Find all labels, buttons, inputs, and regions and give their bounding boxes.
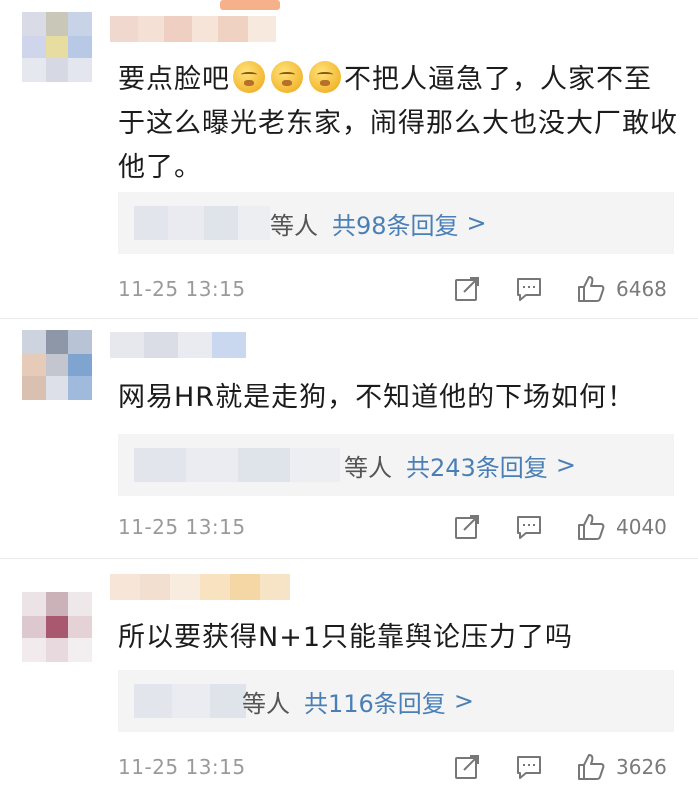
- reply-preview[interactable]: 等人 共243条回复 >: [118, 434, 674, 496]
- like-count: 6468: [616, 277, 667, 301]
- reply-suffix: 等人: [344, 453, 392, 482]
- timestamp: 11-25 13:15: [118, 515, 246, 539]
- divider: [0, 558, 698, 559]
- reply-preview[interactable]: 等人 共98条回复 >: [118, 192, 674, 254]
- reply-preview[interactable]: 等人 共116条回复 >: [118, 670, 674, 732]
- divider: [0, 318, 698, 319]
- shushing-face-icon: [271, 61, 303, 93]
- share-icon[interactable]: [452, 752, 482, 782]
- timestamp: 11-25 13:15: [118, 755, 246, 779]
- username-blurred[interactable]: [110, 16, 290, 42]
- avatar[interactable]: [22, 12, 92, 82]
- comment-icon[interactable]: [514, 274, 544, 304]
- reply-user-blurred: [134, 206, 270, 240]
- shushing-face-icon: [233, 61, 265, 93]
- comment-icon[interactable]: [514, 512, 544, 542]
- comment-meta: 11-25 13:15 3626: [118, 752, 678, 784]
- share-icon[interactable]: [452, 274, 482, 304]
- timestamp: 11-25 13:15: [118, 277, 246, 301]
- like-icon[interactable]: [576, 274, 606, 304]
- like-count: 4040: [616, 515, 667, 539]
- reply-user-blurred: [134, 684, 246, 718]
- reply-suffix: 等人: [242, 689, 290, 718]
- comment-meta: 11-25 13:15 4040: [118, 512, 678, 544]
- share-icon[interactable]: [452, 512, 482, 542]
- chevron-right-icon: >: [453, 687, 474, 715]
- avatar[interactable]: [22, 592, 92, 662]
- comment-icon[interactable]: [514, 752, 544, 782]
- shushing-face-icon: [309, 61, 341, 93]
- like-icon[interactable]: [576, 512, 606, 542]
- comment-text: 网易HR就是走狗，不知道他的下场如何！: [118, 382, 636, 413]
- avatar[interactable]: [22, 330, 92, 400]
- username-blurred[interactable]: [110, 574, 290, 600]
- comment-text: 要点脸吧 不把人逼急了，人家不至于这么曝光老东家，闹得那么大也没大厂敢收他了。: [118, 58, 678, 190]
- username-blurred[interactable]: [110, 332, 246, 358]
- reply-count-link[interactable]: 共243条回复: [406, 448, 548, 483]
- reply-count-link[interactable]: 共116条回复: [304, 684, 446, 719]
- username-badge: [220, 0, 280, 10]
- reply-user-blurred: [134, 448, 340, 482]
- reply-suffix: 等人: [270, 211, 318, 240]
- comment-item: 网易HR就是走狗，不知道他的下场如何！ 等人 共243条回复 > 11-25 1…: [0, 320, 698, 560]
- like-icon[interactable]: [576, 752, 606, 782]
- like-count: 3626: [616, 755, 667, 779]
- chevron-right-icon: >: [466, 209, 487, 237]
- comment-meta: 11-25 13:15 6468: [118, 274, 678, 306]
- comment-item: 所以要获得N+1只能靠舆论压力了吗 等人 共116条回复 > 11-25 13:…: [0, 560, 698, 800]
- chevron-right-icon: >: [555, 451, 576, 479]
- comment-item: 要点脸吧 不把人逼急了，人家不至于这么曝光老东家，闹得那么大也没大厂敢收他了。 等…: [0, 0, 698, 320]
- comment-text: 所以要获得N+1只能靠舆论压力了吗: [118, 622, 573, 653]
- reply-count-link[interactable]: 共98条回复: [332, 206, 459, 241]
